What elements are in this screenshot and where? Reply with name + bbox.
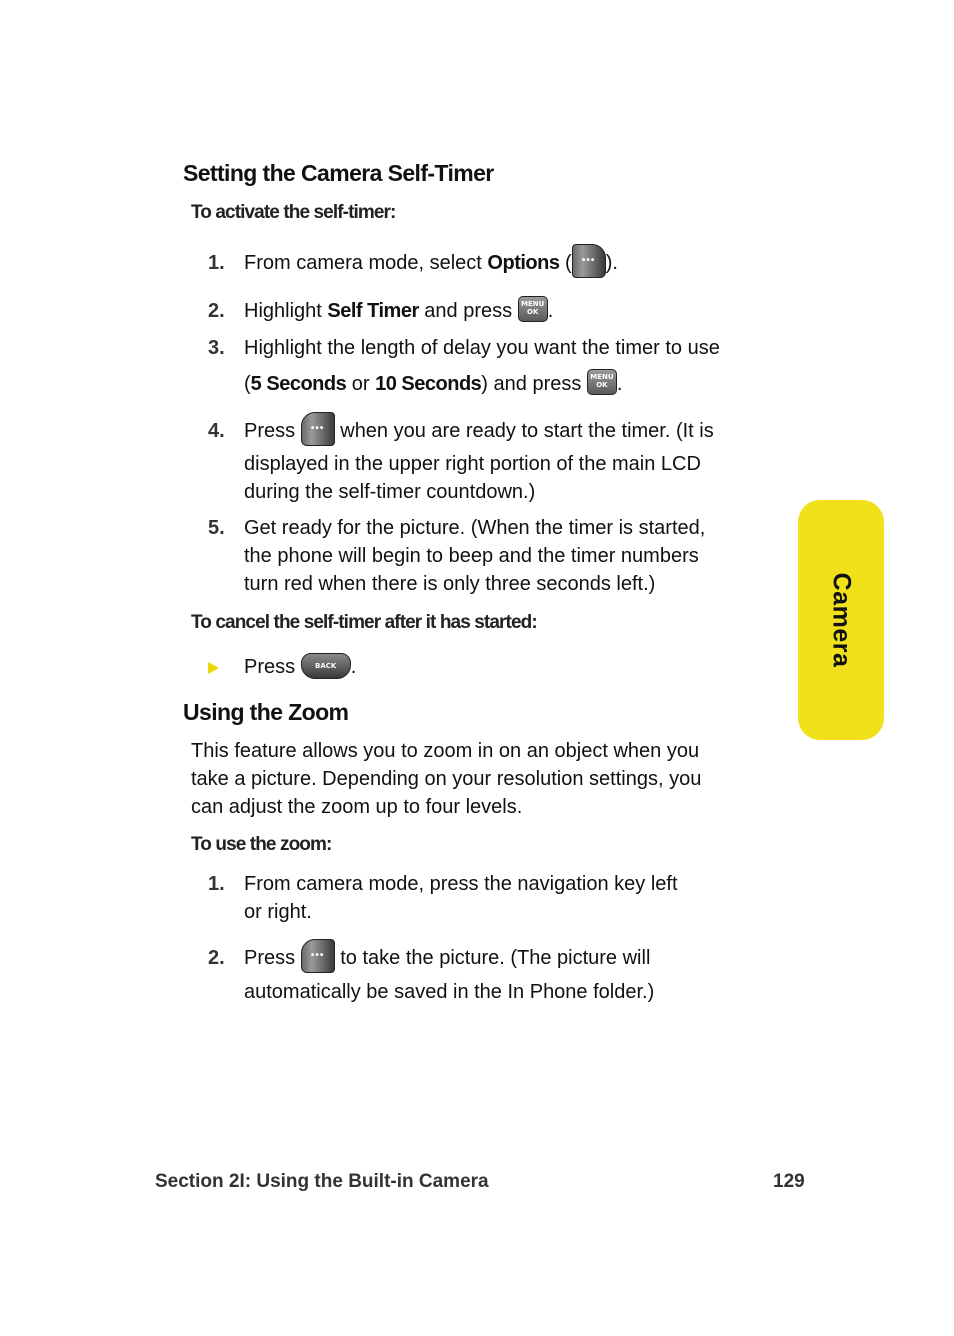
paren-open: ( <box>559 252 572 274</box>
step-text-line2: automatically be saved in the In Phone f… <box>244 981 655 1003</box>
step-text-line1: Press ••• to take the picture. (The pict… <box>244 938 789 973</box>
softkey-dots: ••• <box>310 949 325 961</box>
options-label: Options <box>487 252 560 274</box>
step-text-post: and press <box>418 300 518 322</box>
paren-open: ( <box>244 373 251 395</box>
subheading-cancel: To cancel the self-timer after it has st… <box>191 612 538 633</box>
menu-ok-label: MENU OK <box>521 300 545 317</box>
step-text-line1: From camera mode, press the navigation k… <box>244 873 678 895</box>
footer-section-title: Section 2I: Using the Built-in Camera <box>155 1171 489 1192</box>
period: . <box>616 373 623 395</box>
menu-ok-key-icon: MENU OK <box>517 296 548 323</box>
subheading-activate: To activate the self-timer: <box>191 202 396 223</box>
subheading-use-zoom: To use the zoom: <box>191 834 332 855</box>
step-text-post: to take the picture. (The picture will <box>334 947 651 969</box>
softkey-dots: ••• <box>581 254 596 266</box>
step-text: From camera mode, select Options ( •••). <box>244 243 789 278</box>
step-text-line2: the phone will begin to beep and the tim… <box>244 545 699 567</box>
step-text-line2: displayed in the upper right portion of … <box>244 453 701 475</box>
step-text-pre: Press <box>244 947 301 969</box>
paragraph-line: This feature allows you to zoom in on an… <box>191 740 700 762</box>
back-key-label: BACK <box>315 661 337 670</box>
section-heading-zoom: Using the Zoom <box>183 699 349 725</box>
step-number: 5. <box>208 517 225 539</box>
step-text-pre: Press <box>244 420 301 442</box>
step-number: 3. <box>208 337 225 359</box>
self-timer-label: Self Timer <box>327 300 419 322</box>
options-softkey-icon: ••• <box>571 243 606 278</box>
step-text-pre: Press <box>244 656 301 678</box>
step-text-line1: Press ••• when you are ready to start th… <box>244 411 789 446</box>
side-tab-label: Camera <box>827 572 856 668</box>
or-text: or <box>346 373 376 395</box>
step-text-line1: Get ready for the picture. (When the tim… <box>244 517 706 539</box>
zoom-intro-paragraph: This feature allows you to zoom in on an… <box>191 737 791 821</box>
paragraph-line: take a picture. Depending on your resolu… <box>191 768 702 790</box>
paragraph-line: can adjust the zoom up to four levels. <box>191 796 523 818</box>
step-text: Press BACK. <box>244 652 789 681</box>
step-number: 2. <box>208 947 225 969</box>
bullet-arrow-icon <box>208 662 219 674</box>
step-number: 2. <box>208 300 225 322</box>
menu-ok-key-icon: MENU OK <box>586 369 617 396</box>
step-text-post: ) and press <box>481 373 587 395</box>
step-text-pre: Highlight <box>244 300 328 322</box>
step-text-line3: during the self-timer countdown.) <box>244 481 536 503</box>
step-text-line1: Highlight the length of delay you want t… <box>244 337 720 359</box>
page-number: 129 <box>773 1171 805 1192</box>
back-key-icon: BACK <box>300 652 351 679</box>
option-5-seconds: 5 Seconds <box>250 373 347 395</box>
period: . <box>350 656 357 678</box>
option-10-seconds: 10 Seconds <box>375 373 482 395</box>
step-text-line3: turn red when there is only three second… <box>244 573 656 595</box>
step-text-post: when you are ready to start the timer. (… <box>334 420 714 442</box>
step-text-line2: or right. <box>244 901 312 923</box>
softkey-dots: ••• <box>310 422 325 434</box>
side-softkey-icon: ••• <box>300 938 335 973</box>
step-text-line2: (5 Seconds or 10 Seconds) and press MENU… <box>244 369 789 398</box>
period: . <box>547 300 554 322</box>
section-heading-self-timer: Setting the Camera Self-Timer <box>183 160 494 186</box>
step-text-pre: From camera mode, select <box>244 252 488 274</box>
section-side-tab: Camera <box>798 500 884 740</box>
step-number: 1. <box>208 252 225 274</box>
side-softkey-icon: ••• <box>300 411 335 446</box>
step-number: 1. <box>208 873 225 895</box>
step-text: Highlight Self Timer and press MENU OK. <box>244 296 789 325</box>
menu-ok-label: MENU OK <box>590 373 614 390</box>
step-number: 4. <box>208 420 225 442</box>
paren-close: ). <box>605 252 618 274</box>
